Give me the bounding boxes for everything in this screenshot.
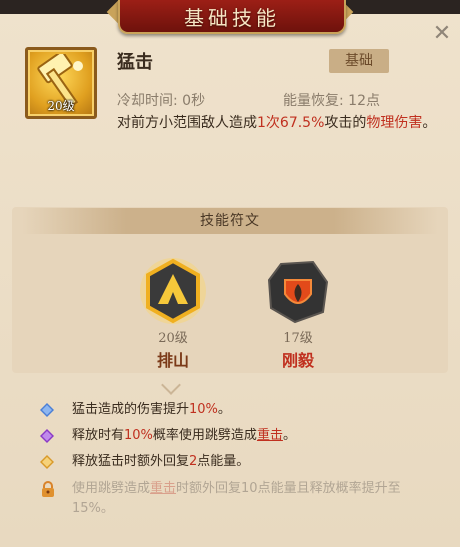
rune-gangyi[interactable] [263, 256, 333, 326]
rune-paishan[interactable] [138, 256, 208, 326]
close-icon[interactable]: ✕ [432, 23, 452, 45]
effect-4-link[interactable]: 重击 [150, 481, 176, 496]
effect-1-end: 。 [217, 402, 231, 417]
shield-flame-icon [267, 260, 329, 324]
effect-2-end: 。 [282, 428, 296, 443]
desc-damage-type: 物理伤害 [366, 115, 423, 131]
effect-2-mid: 概率使用跳劈造成 [152, 428, 257, 443]
rune-2-level: 17级 [283, 331, 313, 346]
desc-end: 。 [422, 115, 437, 131]
skill-name: 猛击 [117, 52, 153, 73]
desc-text-mid: 攻击的 [324, 115, 367, 131]
mountain-icon [140, 258, 206, 324]
rune-2-name: 刚毅 [281, 351, 314, 370]
desc-percent: 67.5% [279, 115, 325, 131]
purple-gem-icon [40, 429, 54, 443]
blue-gem-icon [40, 403, 54, 417]
energy-stat: 能量恢复: 12点 [283, 93, 380, 109]
effect-3-end: 点能量。 [197, 454, 250, 469]
desc-hit-count: 1次 [257, 115, 280, 131]
cooldown-stat: 冷却时间: 0秒 [117, 93, 206, 109]
runes-title: 技能符文 [22, 208, 438, 234]
effect-2-value: 10% [124, 428, 153, 443]
skill-detail-panel: 基础技能 ✕ 20级 猛击 基础 冷却时间: 0秒 能量恢复: 12点 对前方小… [0, 0, 460, 547]
page-title: 基础技能 [184, 6, 280, 30]
skill-description: 对前方小范围敌人造成1次67.5%攻击的物理伤害。 [117, 113, 437, 133]
rune-1-name: 排山 [156, 351, 189, 370]
effect-2-text: 释放时有 [72, 428, 125, 443]
skill-type-badge: 基础 [329, 49, 389, 73]
skill-icon: 20级 [25, 47, 97, 119]
effect-3-text: 释放猛击时额外回复 [72, 454, 190, 469]
selected-rune-indicator [161, 375, 181, 395]
effect-1-text: 猛击造成的伤害提升 [72, 402, 190, 417]
effect-4-text: 使用跳劈造成 [72, 481, 151, 496]
gold-gem-icon [40, 455, 54, 469]
desc-text: 对前方小范围敌人造成 [117, 115, 257, 131]
skill-level: 20级 [47, 99, 75, 113]
effect-2-link[interactable]: 重击 [257, 428, 283, 443]
rune-1-level: 20级 [158, 331, 188, 346]
lock-icon [42, 481, 54, 497]
effect-1-value: 10% [189, 402, 218, 417]
title-banner: 基础技能 [0, 0, 460, 40]
